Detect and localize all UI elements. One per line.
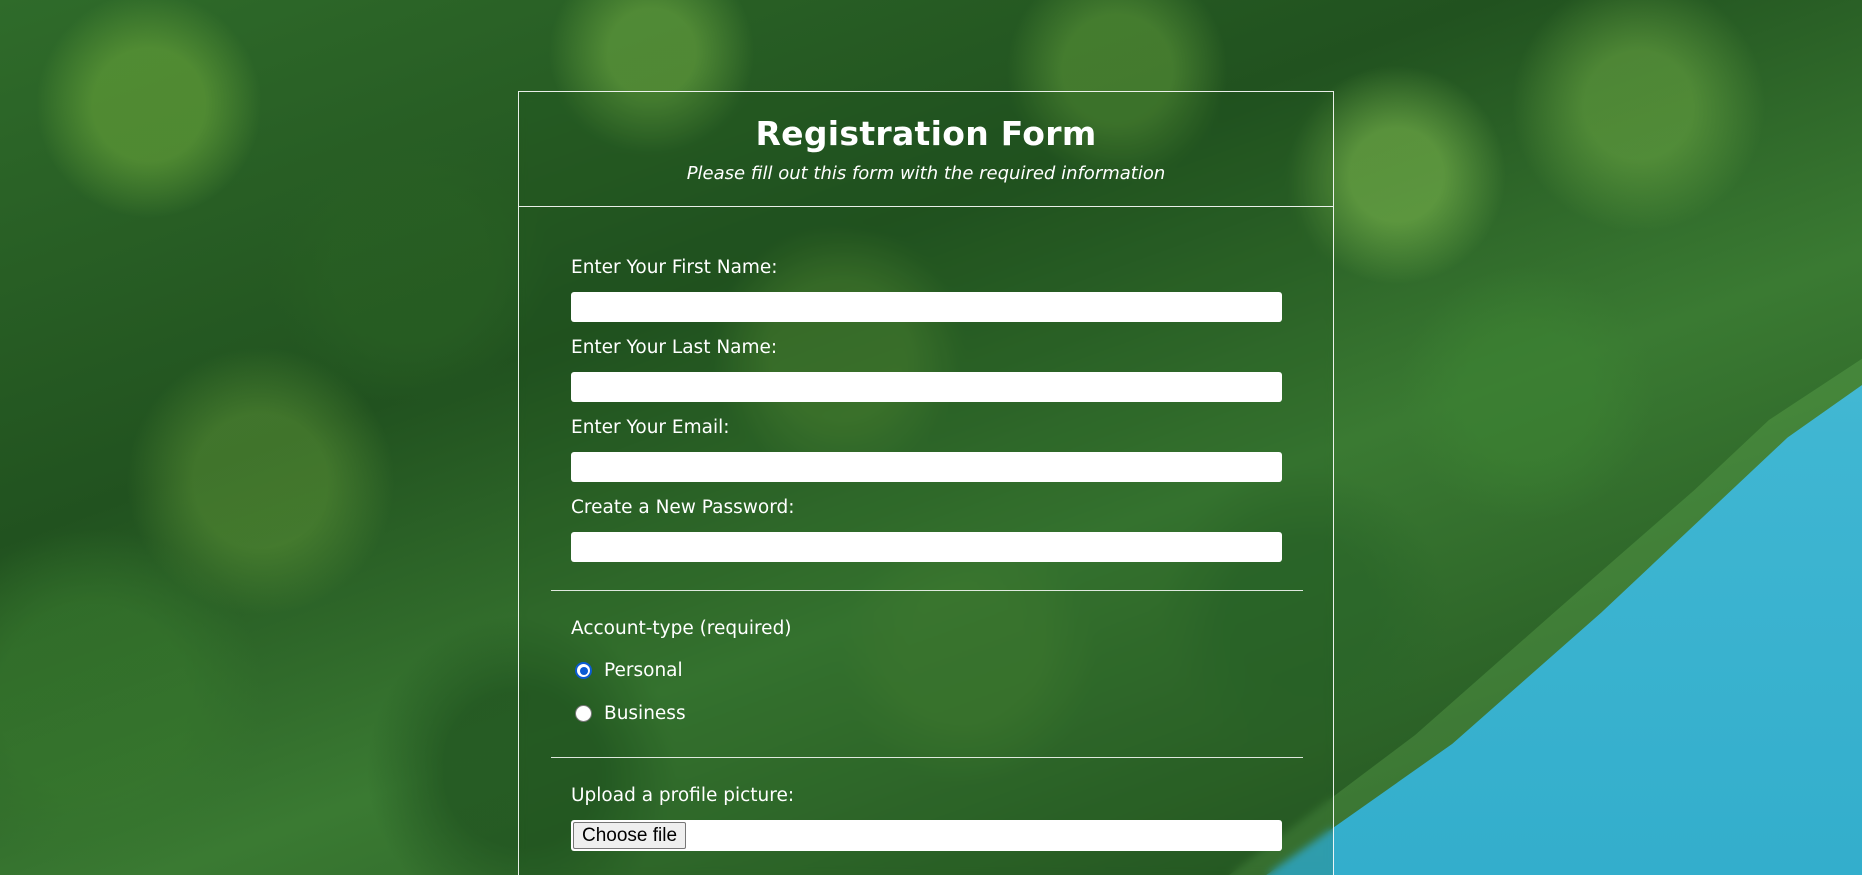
section-divider [551, 757, 1303, 758]
password-label: Create a New Password: [571, 497, 795, 518]
radio-option-business[interactable]: Business [575, 703, 686, 724]
radio-option-personal[interactable]: Personal [575, 660, 683, 681]
email-input[interactable] [571, 452, 1282, 482]
personal-radio-label: Personal [604, 660, 683, 681]
form-subtitle: Please fill out this form with the requi… [686, 163, 1166, 184]
registration-form: Registration Form Please fill out this f… [518, 91, 1334, 875]
email-label: Enter Your Email: [571, 417, 730, 438]
page-background: Registration Form Please fill out this f… [0, 0, 1862, 875]
account-type-label: Account-type (required) [571, 618, 792, 639]
password-input[interactable] [571, 532, 1282, 562]
form-title: Registration Form [755, 114, 1097, 153]
business-radio-label: Business [604, 703, 686, 724]
personal-radio[interactable] [575, 662, 592, 679]
upload-label: Upload a profile picture: [571, 785, 795, 806]
form-header: Registration Form Please fill out this f… [519, 92, 1333, 207]
last-name-input[interactable] [571, 372, 1282, 402]
profile-picture-file-input[interactable]: Choose file [571, 820, 1282, 851]
first-name-input[interactable] [571, 292, 1282, 322]
first-name-label: Enter Your First Name: [571, 257, 778, 278]
choose-file-button[interactable]: Choose file [573, 822, 687, 849]
business-radio[interactable] [575, 705, 592, 722]
last-name-label: Enter Your Last Name: [571, 337, 778, 358]
section-divider [551, 590, 1303, 591]
